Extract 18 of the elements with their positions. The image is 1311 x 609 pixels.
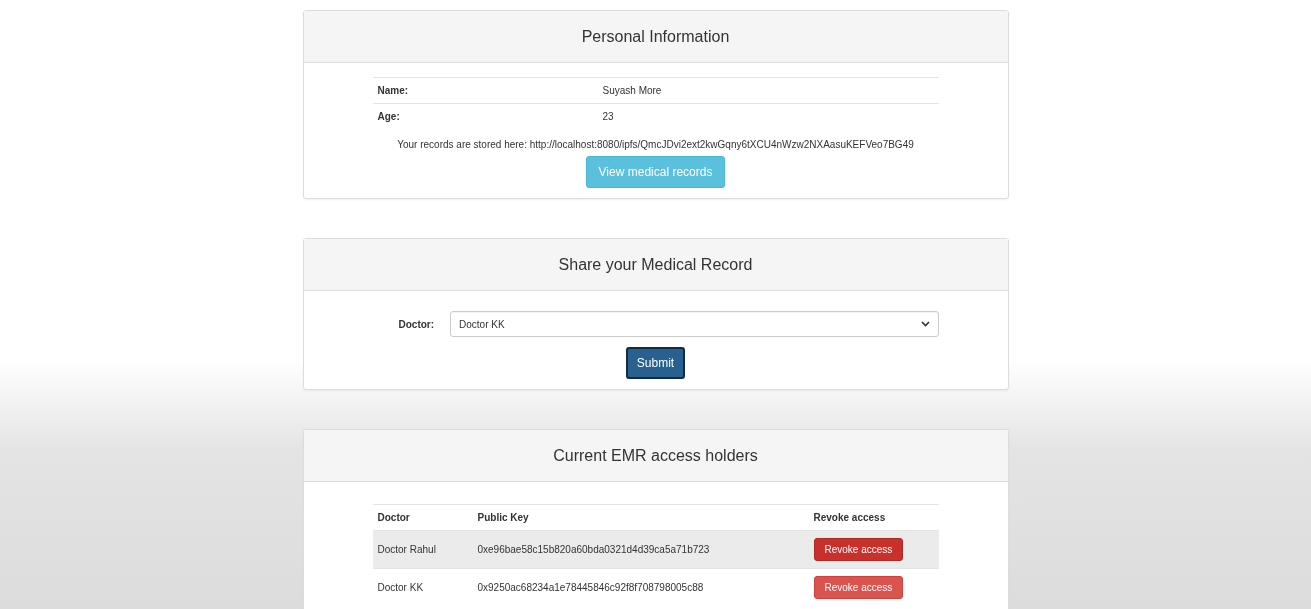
field-value: Suyash More [597, 77, 939, 104]
field-label: Age: [372, 103, 598, 129]
table-cell: 0xe96bae58c15b820a60bda0321d4d39ca5a71b723 [472, 530, 809, 569]
records-location-text: Your records are stored here: http://localhost:8080/ipfs/QmcJDvi2ext2kwGqny6tXCU4nWzw2NXAasuKEFVeo7BG49 [396, 139, 915, 150]
chevron-down-icon [920, 321, 930, 327]
panel-title: Personal Information [581, 27, 730, 46]
revoke-button[interactable]: Revoke access [813, 538, 904, 561]
table-cell: Doctor Rahul [372, 530, 473, 569]
doctor-select[interactable]: Doctor KK [450, 311, 939, 337]
field-value: 23 [597, 103, 939, 129]
table-cell: Doctor KK [372, 568, 473, 606]
panel-title: Share your Medical Record [558, 255, 753, 274]
table-cell: 0x9250ac68234a1e78445846c92f8f708798005c88 [472, 568, 809, 606]
field-label: Name: [372, 77, 598, 104]
panel-title: Current EMR access holders [553, 446, 758, 465]
submit-button[interactable]: Submit [625, 347, 686, 379]
revoke-button[interactable]: Revoke access [813, 576, 904, 599]
doctor-label: Doctor: [398, 318, 435, 330]
